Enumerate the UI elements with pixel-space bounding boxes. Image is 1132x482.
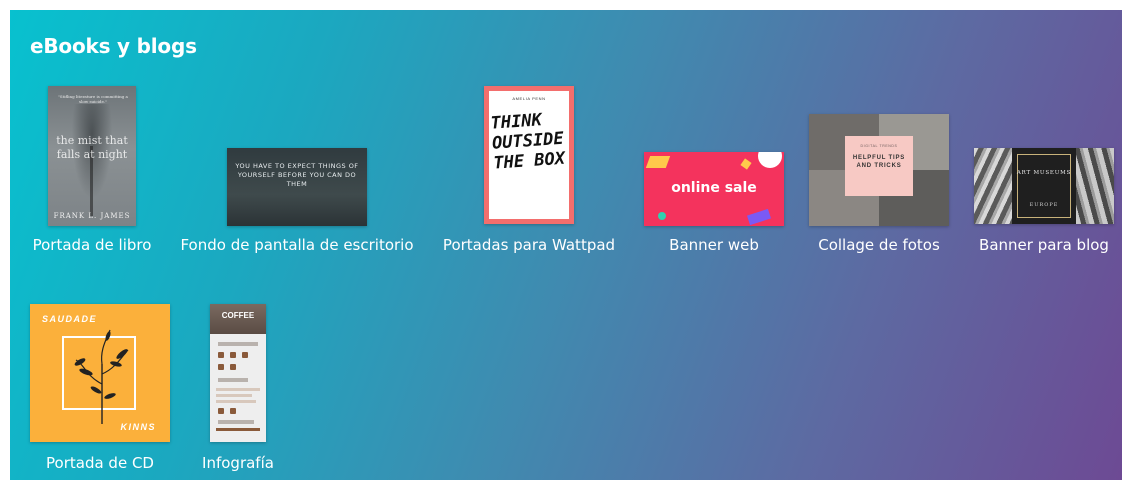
template-wattpad-cover[interactable]: AMELIA PENN THINK OUTSIDE THE BOX xyxy=(484,86,574,226)
photo-collage-thumbnail: DIGITAL TRENDS HELPFUL TIPS AND TRICKS xyxy=(809,114,949,226)
wattpad-thumbnail: AMELIA PENN THINK OUTSIDE THE BOX xyxy=(484,86,574,224)
template-label-blog-banner[interactable]: Banner para blog xyxy=(979,236,1109,254)
wattpad-inner-page: AMELIA PENN THINK OUTSIDE THE BOX xyxy=(489,91,569,219)
wattpad-author: AMELIA PENN xyxy=(512,96,546,101)
infographic-title: COFFEE xyxy=(221,311,255,320)
coffee-cup-icon xyxy=(218,352,224,358)
coffee-cup-icon xyxy=(218,364,224,370)
infographic-row xyxy=(218,378,248,382)
book-quote: "Stifling literature is committing a slo… xyxy=(58,94,128,104)
wallpaper-thumbnail: YOU HAVE TO EXPECT THINGS OF YOURSELF BE… xyxy=(227,148,367,226)
cd-title-top: SAUDADE xyxy=(42,314,98,324)
banner-circle-shape xyxy=(758,152,782,168)
blog-banner-thumbnail: ART MUSEUMS EUROPE xyxy=(974,148,1114,224)
template-label-web-banner[interactable]: Banner web xyxy=(669,236,759,254)
template-label-photo-collage[interactable]: Collage de fotos xyxy=(818,236,940,254)
banner-sale-text: online sale xyxy=(671,180,757,196)
cd-title-bottom: KINNS xyxy=(120,422,156,432)
cd-cover-thumbnail: SAUDADE KINNS xyxy=(30,304,170,442)
web-banner-thumbnail: online sale xyxy=(644,152,784,226)
blog-subtitle-text: EUROPE xyxy=(1029,202,1059,208)
blog-left-photo xyxy=(974,148,1012,224)
wallpaper-text: YOU HAVE TO EXPECT THINGS OF YOURSELF BE… xyxy=(235,162,359,188)
template-label-cd-cover[interactable]: Portada de CD xyxy=(46,454,154,472)
ebooks-blogs-panel: eBooks y blogs "Stifling literature is c… xyxy=(10,10,1122,480)
coffee-cup-icon xyxy=(230,352,236,358)
banner-teal-dot xyxy=(658,212,666,220)
template-desktop-wallpaper[interactable]: YOU HAVE TO EXPECT THINGS OF YOURSELF BE… xyxy=(227,148,367,228)
template-label-infographic[interactable]: Infografía xyxy=(202,454,274,472)
template-web-banner[interactable]: online sale xyxy=(644,152,784,228)
coffee-cup-icon xyxy=(218,408,224,414)
coffee-cup-icon xyxy=(230,408,236,414)
infographic-thumbnail: COFFEE xyxy=(210,304,266,442)
infographic-row xyxy=(218,420,254,424)
infographic-bar xyxy=(216,428,260,431)
template-photo-collage[interactable]: DIGITAL TRENDS HELPFUL TIPS AND TRICKS xyxy=(809,114,949,228)
book-author: FRANK L. JAMES xyxy=(53,212,131,220)
section-title: eBooks y blogs xyxy=(30,34,197,58)
wattpad-title: THINK OUTSIDE THE BOX xyxy=(490,110,566,174)
banner-purple-shape xyxy=(746,208,772,226)
template-label-wattpad-cover[interactable]: Portadas para Wattpad xyxy=(443,236,615,254)
template-cd-cover[interactable]: SAUDADE KINNS xyxy=(30,304,170,444)
infographic-bar xyxy=(216,394,252,397)
blog-right-photo xyxy=(1076,148,1114,224)
template-label-desktop-wallpaper[interactable]: Fondo de pantalla de escritorio xyxy=(180,236,413,254)
plant-illustration xyxy=(74,329,129,424)
collage-note-card: DIGITAL TRENDS HELPFUL TIPS AND TRICKS xyxy=(845,136,913,196)
book-title: the mist that falls at night xyxy=(56,134,128,161)
banner-yellow-shape xyxy=(645,156,671,168)
template-label-book-cover[interactable]: Portada de libro xyxy=(33,236,152,254)
infographic-bar xyxy=(216,388,260,391)
coffee-cup-icon xyxy=(230,364,236,370)
template-blog-banner[interactable]: ART MUSEUMS EUROPE xyxy=(974,148,1114,228)
collage-note-text: HELPFUL TIPS AND TRICKS xyxy=(852,155,906,169)
collage-note-top: DIGITAL TRENDS xyxy=(860,144,898,148)
book-cover-thumbnail: "Stifling literature is committing a slo… xyxy=(48,86,136,226)
coffee-cup-icon xyxy=(242,352,248,358)
infographic-bar xyxy=(216,400,256,403)
banner-yellow-diamond xyxy=(740,158,752,170)
blog-title-text: ART MUSEUMS xyxy=(1016,170,1072,176)
infographic-row xyxy=(218,342,258,346)
blog-gold-frame xyxy=(1017,154,1071,218)
template-infographic[interactable]: COFFEE xyxy=(210,304,266,444)
